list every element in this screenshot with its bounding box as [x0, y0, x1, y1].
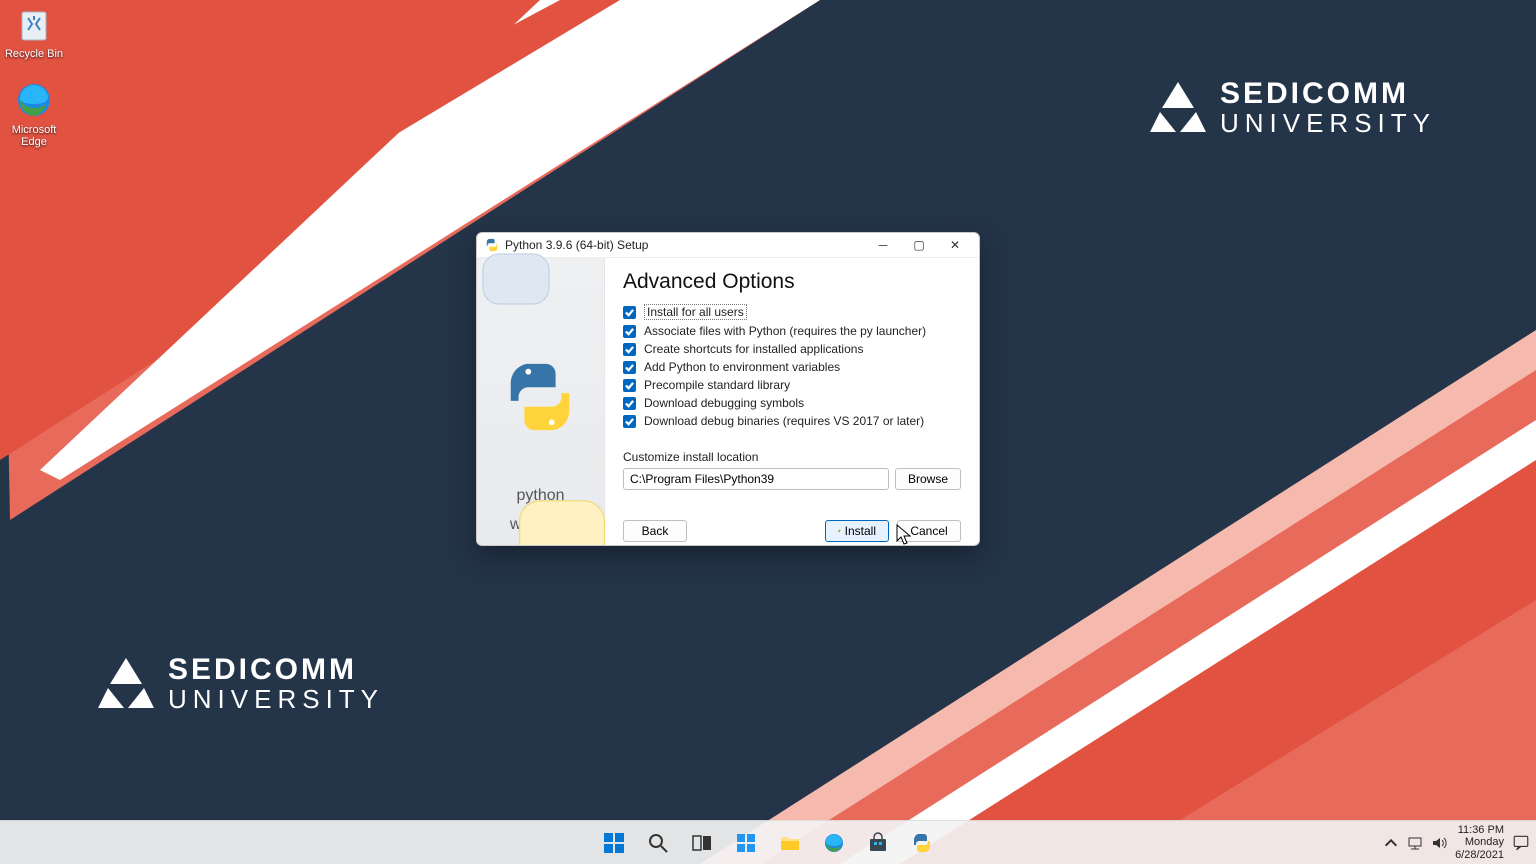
option-label: Associate files with Python (requires th… [644, 324, 926, 338]
minimize-button[interactable]: ─ [865, 233, 901, 257]
cancel-button[interactable]: Cancel [897, 520, 961, 542]
option-label: Install for all users [644, 304, 747, 320]
python-icon [485, 238, 499, 252]
clock-time: 11:36 PM [1455, 824, 1504, 836]
maximize-button[interactable]: ▢ [901, 233, 937, 257]
brand-line2: UNIVERSITY [168, 686, 384, 713]
checkbox-icon[interactable] [623, 361, 636, 374]
edge-icon [823, 832, 845, 854]
decorative-blob-icon [481, 252, 551, 306]
option-label: Add Python to environment variables [644, 360, 840, 374]
checkbox-icon[interactable] [623, 397, 636, 410]
option-associate-files[interactable]: Associate files with Python (requires th… [623, 324, 961, 338]
python-logo-icon [501, 358, 579, 436]
install-button[interactable]: Install [825, 520, 889, 542]
checkbox-icon[interactable] [623, 306, 636, 319]
brand-line1: SEDICOMM [168, 654, 384, 686]
widgets-button[interactable] [727, 825, 765, 861]
notification-icon [1512, 834, 1530, 852]
installer-window: Python 3.9.6 (64-bit) Setup ─ ▢ ✕ [476, 232, 980, 546]
edge-icon [14, 80, 54, 120]
task-view-icon [691, 832, 713, 854]
installer-sidebar: python for windows [477, 258, 605, 546]
taskbar-center [595, 825, 941, 861]
desktop-icon-edge[interactable]: Microsoft Edge [0, 80, 68, 148]
notifications-button[interactable] [1512, 835, 1530, 851]
checkbox-icon[interactable] [623, 415, 636, 428]
option-label: Download debug binaries (requires VS 201… [644, 414, 924, 428]
option-label: Precompile standard library [644, 378, 790, 392]
speaker-icon [1431, 835, 1447, 851]
python-icon [911, 832, 933, 854]
task-view-button[interactable] [683, 825, 721, 861]
option-label: Download debugging symbols [644, 396, 804, 410]
brand-logo-icon [1150, 82, 1206, 132]
taskbar-clock[interactable]: 11:36 PM Monday 6/28/2021 [1455, 824, 1504, 860]
edge-taskbar-button[interactable] [815, 825, 853, 861]
tray-overflow-button[interactable] [1383, 835, 1399, 851]
desktop-icon-recycle-bin[interactable]: Recycle Bin [0, 4, 68, 60]
close-button[interactable]: ✕ [937, 233, 973, 257]
installer-content: Advanced Options Install for all users A… [605, 258, 979, 546]
option-debug-symbols[interactable]: Download debugging symbols [623, 396, 961, 410]
option-label: Create shortcuts for installed applicati… [644, 342, 863, 356]
desktop-icon-label: Recycle Bin [0, 48, 68, 60]
volume-button[interactable] [1431, 835, 1447, 851]
taskbar: 11:36 PM Monday 6/28/2021 [0, 820, 1536, 864]
browse-button[interactable]: Browse [895, 468, 961, 490]
brand-logo-icon [98, 658, 154, 708]
brand-top: SEDICOMM UNIVERSITY [1150, 78, 1436, 137]
back-button[interactable]: Back [623, 520, 687, 542]
option-debug-binaries[interactable]: Download debug binaries (requires VS 201… [623, 414, 961, 428]
recycle-bin-icon [14, 4, 54, 44]
file-explorer-button[interactable] [771, 825, 809, 861]
option-install-all-users[interactable]: Install for all users [623, 304, 961, 320]
titlebar[interactable]: Python 3.9.6 (64-bit) Setup ─ ▢ ✕ [477, 233, 979, 258]
clock-date: 6/28/2021 [1455, 849, 1504, 861]
window-title: Python 3.9.6 (64-bit) Setup [505, 238, 865, 252]
search-button[interactable] [639, 825, 677, 861]
brand-line1: SEDICOMM [1220, 78, 1436, 110]
clock-day: Monday [1455, 836, 1504, 848]
desktop-icon-label: Microsoft Edge [0, 124, 68, 148]
checkbox-icon[interactable] [623, 325, 636, 338]
network-button[interactable] [1407, 835, 1423, 851]
store-button[interactable] [859, 825, 897, 861]
page-heading: Advanced Options [623, 270, 961, 294]
desktop: SEDICOMM UNIVERSITY SEDICOMM UNIVERSITY … [0, 0, 1536, 864]
location-label: Customize install location [623, 450, 961, 464]
checkbox-icon[interactable] [623, 379, 636, 392]
chevron-up-icon [1383, 835, 1399, 851]
windows-start-icon [603, 832, 625, 854]
folder-icon [779, 832, 801, 854]
search-icon [647, 832, 669, 854]
brand-line2: UNIVERSITY [1220, 110, 1436, 137]
option-add-env[interactable]: Add Python to environment variables [623, 360, 961, 374]
store-icon [867, 832, 889, 854]
start-button[interactable] [595, 825, 633, 861]
option-precompile[interactable]: Precompile standard library [623, 378, 961, 392]
widgets-icon [735, 832, 757, 854]
decorative-blob-icon [517, 498, 607, 546]
system-tray: 11:36 PM Monday 6/28/2021 [1383, 821, 1530, 864]
python-setup-taskbar-button[interactable] [903, 825, 941, 861]
network-icon [1407, 835, 1423, 851]
location-input[interactable] [623, 468, 889, 490]
uac-shield-icon [838, 525, 841, 537]
option-create-shortcuts[interactable]: Create shortcuts for installed applicati… [623, 342, 961, 356]
brand-bottom: SEDICOMM UNIVERSITY [98, 654, 384, 713]
checkbox-icon[interactable] [623, 343, 636, 356]
